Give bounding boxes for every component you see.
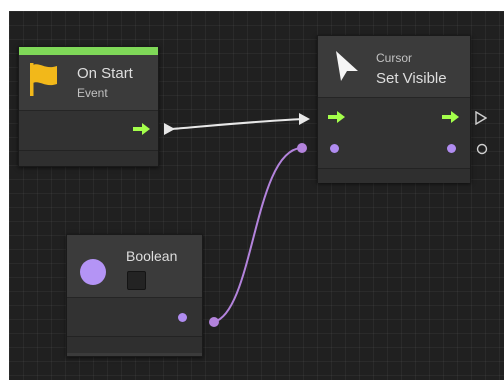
- node-ports: [318, 97, 470, 168]
- node-footer: [318, 168, 470, 183]
- flow-wire-end-arrow: [299, 113, 310, 125]
- node-footer: [67, 336, 202, 353]
- node-title: Set Visible: [376, 70, 447, 87]
- node-title: On Start: [77, 65, 133, 82]
- node-accent-bar: [19, 47, 158, 55]
- node-ports: [19, 110, 158, 150]
- value-wire-end-dot[interactable]: [297, 143, 307, 153]
- node-footer: [19, 150, 158, 166]
- purple-circle-icon: [80, 259, 106, 285]
- flow-output-connector-icon[interactable]: [475, 110, 488, 130]
- node-ports: [67, 297, 202, 336]
- node-category: Cursor: [376, 51, 413, 65]
- value-wire-start-dot[interactable]: [209, 317, 219, 327]
- value-output-port[interactable]: [178, 313, 187, 322]
- flow-output-port-icon[interactable]: [133, 122, 150, 135]
- boolean-checkbox[interactable]: [127, 271, 146, 290]
- boolean-node[interactable]: Boolean: [66, 234, 203, 357]
- node-title: Boolean: [126, 248, 178, 264]
- value-output-connector-icon[interactable]: [476, 142, 488, 160]
- value-input-port[interactable]: [330, 144, 339, 153]
- node-header[interactable]: On Start Event: [19, 55, 158, 110]
- value-output-port[interactable]: [447, 144, 456, 153]
- node-header[interactable]: Cursor Set Visible: [318, 36, 470, 97]
- on-start-node[interactable]: On Start Event: [18, 46, 159, 167]
- flow-connection-wire[interactable]: [171, 118, 305, 130]
- flag-icon: [30, 63, 58, 101]
- set-visible-node[interactable]: Cursor Set Visible: [317, 35, 471, 183]
- flow-input-port-icon[interactable]: [328, 110, 345, 123]
- node-header[interactable]: Boolean: [67, 235, 202, 297]
- graph-canvas[interactable]: On Start Event Cursor Set Visible Boolea…: [9, 11, 504, 380]
- cursor-arrow-icon: [334, 50, 360, 87]
- value-connection-wire[interactable]: [213, 147, 302, 323]
- flow-wire-start-arrow: [164, 123, 175, 135]
- node-subtitle: Event: [77, 86, 108, 100]
- flow-output-port-icon[interactable]: [442, 110, 459, 123]
